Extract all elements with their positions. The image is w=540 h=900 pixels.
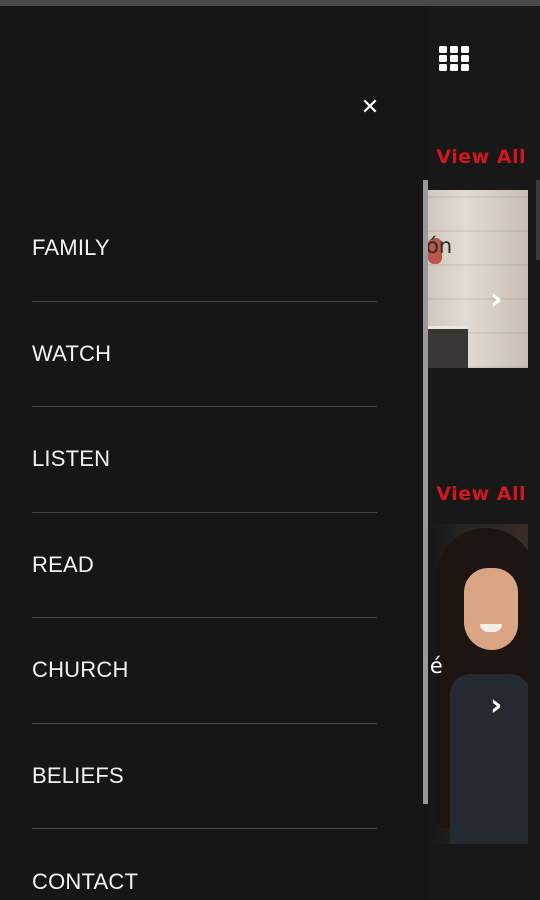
menu-item-read[interactable]: READ [32, 513, 377, 618]
navigation-drawer: ✕ FAMILY WATCH LISTEN READ CHURCH BELIEF… [0, 6, 428, 900]
card-image-face [464, 568, 518, 650]
menu-item-church[interactable]: CHURCH [32, 618, 377, 724]
menu-item-contact[interactable]: CONTACT [32, 829, 377, 900]
menu-item-label: READ [32, 551, 94, 577]
view-all-link[interactable]: View All [436, 483, 526, 505]
menu-item-label: CHURCH [32, 657, 129, 683]
card-title-fragment: ón [426, 234, 453, 258]
menu-item-label: WATCH [32, 340, 112, 366]
menu-item-label: BELIEFS [32, 762, 124, 788]
apps-grid-icon[interactable] [439, 46, 469, 72]
close-icon[interactable]: ✕ [358, 96, 382, 120]
view-all-link[interactable]: View All [436, 146, 526, 168]
chevron-right-icon[interactable]: › [490, 282, 502, 317]
menu-item-label: FAMILY [32, 235, 110, 261]
menu-item-label: CONTACT [32, 868, 139, 894]
content-card[interactable]: lé [424, 524, 528, 844]
card-image-shirt [450, 674, 528, 844]
content-card[interactable]: ón [424, 190, 528, 368]
drawer-scrollbar[interactable] [423, 180, 428, 804]
menu-item-label: LISTEN [32, 446, 111, 472]
page-scrollbar[interactable] [536, 180, 540, 260]
menu-item-listen[interactable]: LISTEN [32, 407, 377, 513]
menu-item-family[interactable]: FAMILY [32, 196, 377, 302]
card-image-book [428, 326, 468, 368]
chevron-right-icon[interactable]: › [490, 688, 502, 723]
drawer-menu: FAMILY WATCH LISTEN READ CHURCH BELIEFS … [32, 196, 377, 900]
menu-item-watch[interactable]: WATCH [32, 302, 377, 407]
menu-item-beliefs[interactable]: BELIEFS [32, 724, 377, 829]
